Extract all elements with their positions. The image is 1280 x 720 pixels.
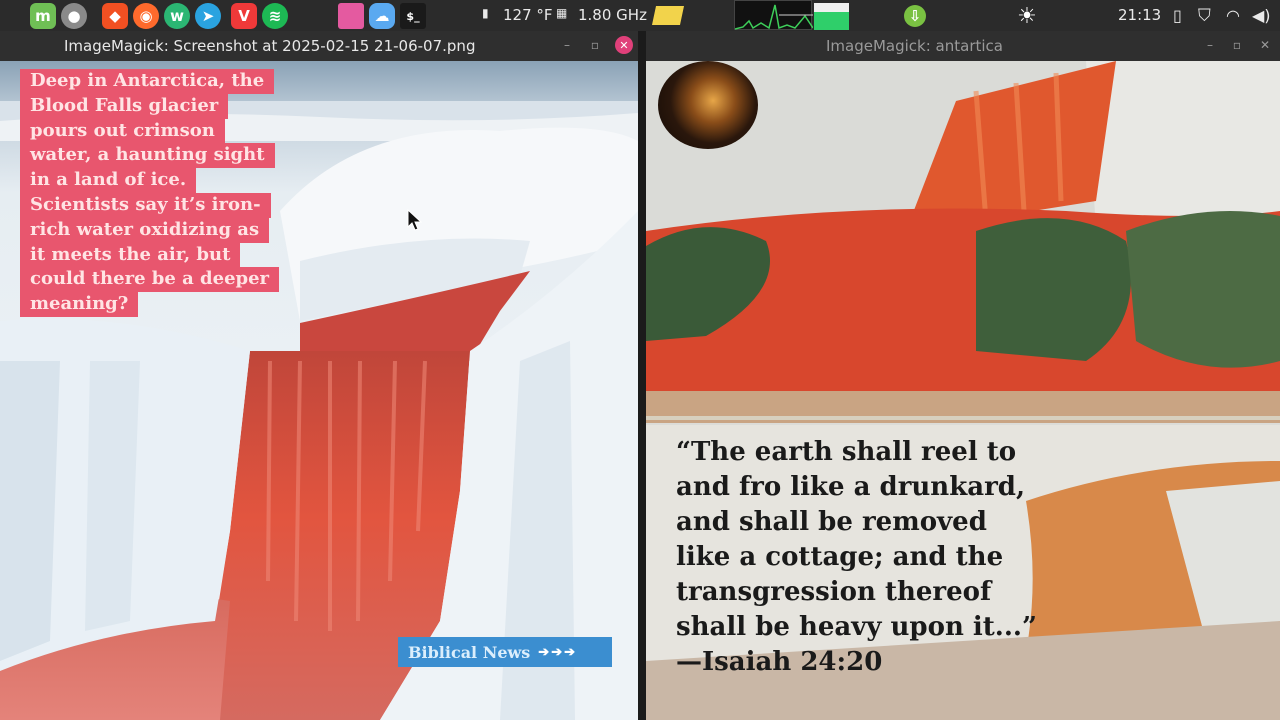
terminal-icon[interactable]: $_ (400, 3, 426, 29)
top-panel: m ● ◆ ◉ w ➤ V ≋ ☁ $_ ▮ 127 °F ▦ 1.80 GHz… (0, 0, 1280, 31)
quote-line: shall be heavy upon it...” (676, 612, 1037, 642)
caption-line: Deep in Antarctica, the (20, 69, 275, 94)
memory-usage-indicator[interactable] (814, 3, 849, 30)
quote-line: “The earth shall reel to (676, 437, 1017, 467)
caption-line: water, a haunting sight (20, 143, 275, 169)
imagemagick-window-left: ImageMagick: Screenshot at 2025-02-15 21… (0, 31, 638, 720)
battery-icon[interactable]: ▯ (1173, 6, 1182, 25)
caption-line: rich water oxidizing as (20, 217, 270, 243)
caption-line: could there be a deeper (20, 267, 280, 293)
caption-line: meaning? (20, 292, 139, 317)
cpu-chip-icon: ▦ (556, 6, 568, 20)
title-bar[interactable]: ImageMagick: Screenshot at 2025-02-15 21… (0, 31, 638, 61)
minimize-button[interactable]: – (1201, 36, 1219, 54)
shield-icon[interactable]: ⛉ (1198, 6, 1211, 26)
antarctica-quote-image: “The earth shall reel to and fro like a … (646, 61, 1280, 720)
window-title: ImageMagick: antartica (826, 37, 1003, 55)
cpu-temp-text: 127 °F (503, 6, 553, 24)
biblical-news-badge: Biblical News ➔➔➔ (398, 637, 612, 667)
cpu-temp-icon: ▮ (482, 6, 489, 20)
minimize-button[interactable]: – (558, 36, 576, 54)
caption-line: in a land of ice. (20, 168, 197, 193)
caption-line: it meets the air, but (20, 242, 241, 268)
pro-app-icon[interactable]: ● (61, 3, 87, 29)
quote-line: and shall be removed (676, 507, 987, 537)
vivaldi-icon[interactable]: V (231, 3, 257, 29)
notes-icon[interactable] (651, 6, 685, 25)
blood-falls-photo: Deep in Antarctica, the Blood Falls glac… (0, 61, 638, 720)
channel-avatar (658, 61, 758, 149)
caption-line: pours out crimson (20, 118, 225, 144)
bible-quote: “The earth shall reel to and fro like a … (676, 435, 1276, 680)
clock[interactable]: 21:13 (1118, 6, 1161, 24)
caption-overlay: Deep in Antarctica, the Blood Falls glac… (20, 69, 302, 317)
close-button[interactable]: ✕ (1256, 36, 1274, 54)
night-light-sun-icon[interactable]: ☀ (1014, 3, 1040, 29)
quote-line: like a cottage; and the (676, 542, 1004, 572)
close-button[interactable]: ✕ (615, 36, 633, 54)
system-monitor-graph[interactable] (734, 0, 813, 30)
whatsapp-icon[interactable]: w (164, 3, 190, 29)
window-title: ImageMagick: Screenshot at 2025-02-15 21… (64, 37, 476, 55)
maximize-button[interactable]: ▫ (586, 36, 604, 54)
caption-line: Scientists say it’s iron- (20, 192, 271, 218)
update-manager-icon[interactable]: ⇩ (904, 5, 926, 27)
cloud-icon[interactable]: ☁ (369, 3, 395, 29)
brave-browser-icon[interactable]: ◆ (102, 3, 128, 29)
cpu-freq-text: 1.80 GHz (578, 6, 647, 24)
files-folder-icon[interactable] (338, 3, 364, 29)
badge-label: Biblical News (408, 642, 531, 662)
quote-line: and fro like a drunkard, (676, 472, 1025, 502)
mint-menu-icon[interactable]: m (30, 3, 56, 29)
quote-citation: —Isaiah 24:20 (676, 647, 883, 677)
title-bar[interactable]: ImageMagick: antartica – ▫ ✕ (646, 31, 1280, 61)
telegram-icon[interactable]: ➤ (195, 3, 221, 29)
wifi-icon[interactable]: ◠ (1226, 6, 1240, 25)
volume-icon[interactable]: ◀) (1252, 6, 1271, 25)
mouse-cursor-icon (407, 209, 423, 231)
firefox-icon[interactable]: ◉ (133, 3, 159, 29)
maximize-button[interactable]: ▫ (1228, 36, 1246, 54)
arrow-icons: ➔➔➔ (538, 644, 577, 660)
quote-line: transgression thereof (676, 577, 992, 607)
imagemagick-window-right: ImageMagick: antartica – ▫ ✕ “The earth … (646, 31, 1280, 720)
caption-line: Blood Falls glacier (20, 93, 229, 119)
spotify-icon[interactable]: ≋ (262, 3, 288, 29)
